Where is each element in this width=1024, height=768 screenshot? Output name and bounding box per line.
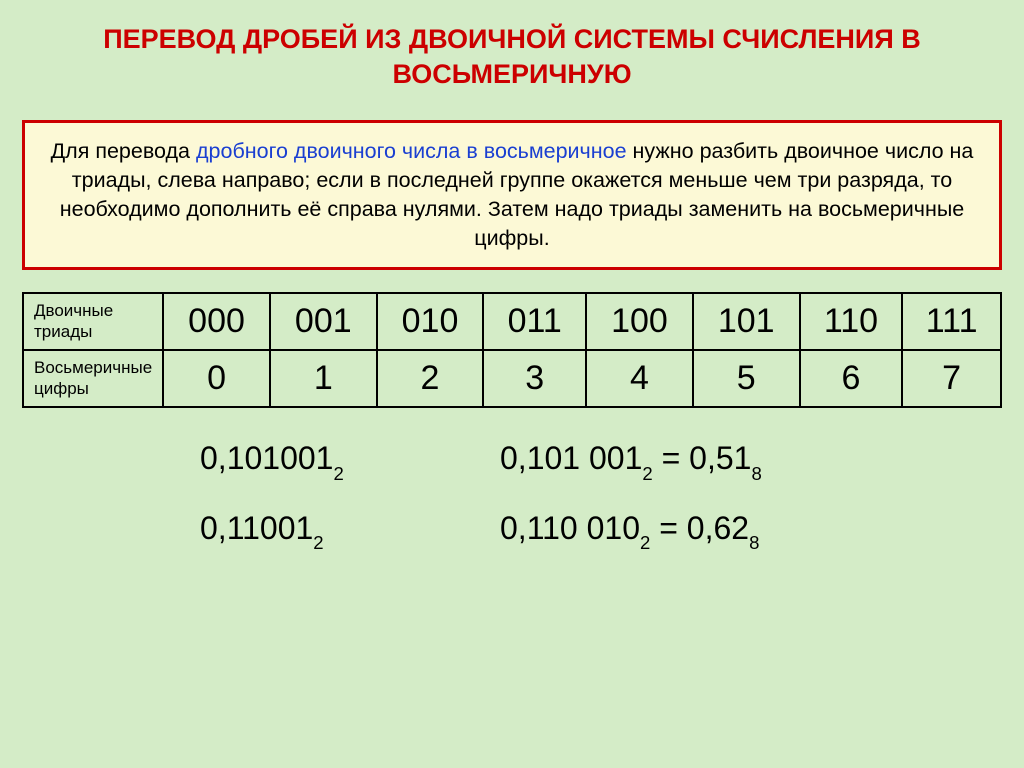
row1-label: Двоичные триады: [23, 293, 163, 350]
ex-num: 0,11001: [200, 510, 313, 546]
octal-cell: 6: [800, 350, 903, 407]
triad-cell: 111: [902, 293, 1001, 350]
ex-sub: 2: [640, 532, 650, 553]
triad-cell: 010: [377, 293, 484, 350]
octal-cell: 3: [483, 350, 586, 407]
example-left: 0,1010012: [200, 440, 500, 481]
rule-box: Для перевода дробного двоичного числа в …: [22, 120, 1002, 270]
example-row: 0,1010012 0,101 0012 = 0,518: [0, 440, 1024, 481]
ex-num: 0,110 010: [500, 510, 640, 546]
octal-cell: 1: [270, 350, 377, 407]
ex-num: 0,101001: [200, 440, 333, 476]
ex-sub: 8: [751, 463, 761, 484]
ex-sub: 2: [333, 463, 343, 484]
table-row: Восьмеричные цифры 0 1 2 3 4 5 6 7: [23, 350, 1001, 407]
ex-eq: =: [650, 510, 686, 546]
examples: 0,1010012 0,101 0012 = 0,518 0,110012 0,…: [0, 434, 1024, 551]
ex-num: 0,101 001: [500, 440, 642, 476]
ex-num: 0,62: [687, 510, 749, 546]
octal-cell: 0: [163, 350, 270, 407]
ex-sub: 2: [642, 463, 652, 484]
example-right: 0,101 0012 = 0,518: [500, 440, 762, 481]
octal-cell: 4: [586, 350, 693, 407]
octal-cell: 5: [693, 350, 800, 407]
triad-table: Двоичные триады 000 001 010 011 100 101 …: [22, 292, 1002, 408]
octal-cell: 2: [377, 350, 484, 407]
ex-eq: =: [653, 440, 689, 476]
example-left: 0,110012: [200, 510, 500, 551]
ex-sub: 2: [313, 532, 323, 553]
octal-cell: 7: [902, 350, 1001, 407]
rule-pre: Для перевода: [51, 139, 196, 163]
triad-cell: 000: [163, 293, 270, 350]
table-row: Двоичные триады 000 001 010 011 100 101 …: [23, 293, 1001, 350]
triad-cell: 100: [586, 293, 693, 350]
triad-cell: 011: [483, 293, 586, 350]
example-right: 0,110 0102 = 0,628: [500, 510, 759, 551]
example-row: 0,110012 0,110 0102 = 0,628: [0, 510, 1024, 551]
triad-cell: 001: [270, 293, 377, 350]
triad-cell: 110: [800, 293, 903, 350]
ex-num: 0,51: [689, 440, 751, 476]
triad-cell: 101: [693, 293, 800, 350]
row2-label: Восьмеричные цифры: [23, 350, 163, 407]
page-title: ПЕРЕВОД ДРОБЕЙ ИЗ ДВОИЧНОЙ СИСТЕМЫ СЧИСЛ…: [0, 0, 1024, 110]
ex-sub: 8: [749, 532, 759, 553]
rule-highlight: дробного двоичного числа в восьмеричное: [196, 139, 627, 163]
